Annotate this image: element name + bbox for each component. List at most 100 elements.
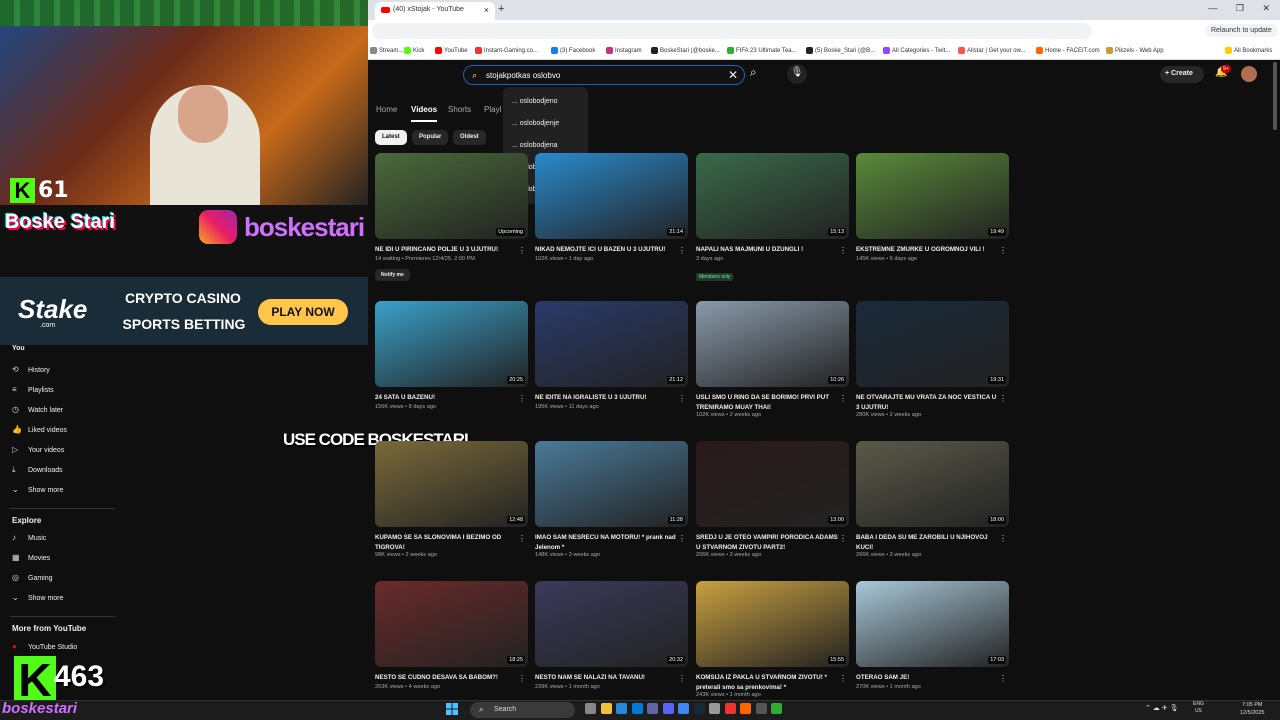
sidebar-item-youtube-studio[interactable]: ● YouTube Studio bbox=[12, 642, 77, 651]
more-actions-icon[interactable]: ⋮ bbox=[999, 246, 1007, 255]
close-tab-icon[interactable]: × bbox=[484, 5, 489, 15]
sidebar-item-music[interactable]: ♪ Music bbox=[12, 533, 46, 542]
relaunch-button[interactable]: Relaunch to update bbox=[1205, 24, 1278, 37]
video-title[interactable]: OTERAO SAM JE! bbox=[856, 673, 998, 683]
taskbar-app-icon[interactable] bbox=[678, 703, 689, 714]
tab-shorts[interactable]: Shorts bbox=[448, 105, 471, 114]
sidebar-item-your-videos[interactable]: ▷ Your videos bbox=[12, 445, 64, 454]
suggestion-item[interactable]: ... oslobodjena bbox=[512, 142, 558, 149]
bookmark-item[interactable]: Home - FACEIT.com bbox=[1036, 47, 1100, 54]
tab-videos[interactable]: Videos bbox=[411, 105, 438, 122]
windows-start-icon[interactable] bbox=[446, 703, 458, 715]
more-actions-icon[interactable]: ⋮ bbox=[678, 394, 686, 403]
taskbar-app-icon[interactable] bbox=[771, 703, 782, 714]
sidebar-item-downloads[interactable]: ⤓ Downloads bbox=[12, 465, 63, 475]
video-thumbnail[interactable]: 13:00 bbox=[696, 441, 849, 527]
more-actions-icon[interactable]: ⋮ bbox=[999, 394, 1007, 403]
video-title[interactable]: NIKAD NEMOJTE ICI U BAZEN U 3 UJUTRU! bbox=[535, 245, 677, 255]
video-title[interactable]: IMAO SAM NESRECU NA MOTORU! * prank nad … bbox=[535, 533, 677, 552]
browser-tab[interactable]: (40) xStojak - YouTube × bbox=[375, 2, 495, 20]
sidebar-item-watch-later[interactable]: ◷ Watch later bbox=[12, 405, 63, 414]
video-title[interactable]: NESTO SE CUDNO DESAVA SA BABOM?! bbox=[375, 673, 517, 683]
video-thumbnail[interactable]: 18:00 bbox=[856, 441, 1009, 527]
video-thumbnail[interactable]: Upcoming bbox=[375, 153, 528, 239]
more-actions-icon[interactable]: ⋮ bbox=[839, 534, 847, 543]
more-actions-icon[interactable]: ⋮ bbox=[839, 674, 847, 683]
sidebar-item-history[interactable]: ⟲ History bbox=[12, 365, 50, 374]
bookmark-item[interactable]: All Bookmarks bbox=[1225, 47, 1272, 54]
video-title[interactable]: EKSTREMNE ZMURKE U OGROMNOJ VILI ! bbox=[856, 245, 998, 255]
more-actions-icon[interactable]: ⋮ bbox=[999, 534, 1007, 543]
video-title[interactable]: KOMSIJA IZ PAKLA U STVARNOM ZIVOTU! * pr… bbox=[696, 673, 838, 692]
taskbar-app-icon[interactable] bbox=[600, 703, 612, 714]
taskbar-app-icon[interactable] bbox=[585, 703, 596, 714]
video-thumbnail[interactable]: 19:49 bbox=[856, 153, 1009, 239]
video-thumbnail[interactable]: 20:25 bbox=[375, 301, 528, 387]
clock[interactable]: 7:05 PM 12/5/2025 bbox=[1240, 701, 1264, 717]
taskbar-app-icon[interactable] bbox=[647, 703, 658, 714]
more-actions-icon[interactable]: ⋮ bbox=[678, 534, 686, 543]
chip-oldest[interactable]: Oldest bbox=[453, 130, 486, 145]
taskbar-app-icon[interactable] bbox=[631, 703, 643, 714]
video-thumbnail[interactable]: 19:31 bbox=[856, 301, 1009, 387]
chip-latest[interactable]: Latest bbox=[375, 130, 407, 145]
more-actions-icon[interactable]: ⋮ bbox=[839, 394, 847, 403]
video-title[interactable]: NE IDI U PIRINCANO POLJE U 3 UJUTRU! bbox=[375, 245, 517, 255]
sidebar-item-show-more[interactable]: ⌄ Show more bbox=[12, 485, 63, 494]
suggestion-item[interactable]: ... oslobodjenje bbox=[512, 120, 559, 127]
microphone-icon[interactable]: 🎙 bbox=[787, 64, 807, 84]
taskbar-app-icon[interactable] bbox=[616, 703, 627, 714]
chip-popular[interactable]: Popular bbox=[412, 130, 449, 145]
notify-me-button[interactable]: Notify me bbox=[375, 269, 410, 281]
bookmark-item[interactable]: Kick bbox=[404, 47, 424, 54]
sidebar-item-liked-videos[interactable]: 👍 Liked videos bbox=[12, 425, 67, 434]
search-input[interactable]: ⌕ stojakpotkas oslobvo ✕ bbox=[463, 65, 745, 85]
bookmark-item[interactable]: Pikzels - Web App bbox=[1106, 47, 1164, 54]
more-actions-icon[interactable]: ⋮ bbox=[518, 246, 526, 255]
video-thumbnail[interactable]: 21:14 bbox=[535, 153, 688, 239]
video-title[interactable]: SREDJ U JE OTEO VAMPIR! PORODICA ADAMS U… bbox=[696, 533, 838, 552]
video-title[interactable]: NESTO NAM SE NALAZI NA TAVANU! bbox=[535, 673, 677, 683]
sidebar-item-show-more[interactable]: ⌄ Show more bbox=[12, 593, 63, 602]
video-thumbnail[interactable]: 17:03 bbox=[856, 581, 1009, 667]
video-title[interactable]: BABA I DEDA SU ME ZAROBILI U NJIHOVOJ KU… bbox=[856, 533, 998, 552]
taskbar-app-icon[interactable] bbox=[693, 703, 705, 714]
create-button[interactable]: + Create bbox=[1160, 66, 1204, 83]
sidebar-you-heading[interactable]: You bbox=[12, 345, 25, 352]
video-title[interactable]: USLI SMO U RING DA SE BORIMO! PRVI PUT T… bbox=[696, 393, 838, 412]
system-tray-icons[interactable]: ⌃ ☁ ✈ 🎙 bbox=[1145, 704, 1178, 712]
suggestion-item[interactable]: ... oslobodjeno bbox=[512, 98, 558, 105]
sidebar-item-playlists[interactable]: ≡ Playlists bbox=[12, 385, 54, 394]
more-actions-icon[interactable]: ⋮ bbox=[999, 674, 1007, 683]
address-bar[interactable] bbox=[372, 23, 1092, 39]
taskbar-search[interactable]: ⌕ Search bbox=[470, 702, 575, 718]
bookmark-item[interactable]: (5) Boske_Stari (@B... bbox=[806, 47, 875, 54]
taskbar-app-icon[interactable] bbox=[709, 703, 720, 714]
sidebar-item-movies[interactable]: ▦ Movies bbox=[12, 553, 50, 562]
search-button[interactable]: ⌕ bbox=[750, 65, 772, 85]
taskbar-app-icon[interactable] bbox=[724, 703, 736, 714]
bookmark-item[interactable]: (3) Facebook bbox=[551, 47, 595, 54]
tab-playl[interactable]: Playl bbox=[484, 105, 501, 114]
video-title[interactable]: NE IDITE NA IGRALISTE U 3 UJUTRU! bbox=[535, 393, 677, 403]
bookmark-item[interactable]: Stream... bbox=[370, 47, 403, 54]
video-thumbnail[interactable]: 15:13 bbox=[696, 153, 849, 239]
video-thumbnail[interactable]: 12:48 bbox=[375, 441, 528, 527]
video-title[interactable]: KUPAMO SE SA SLONOVIMA I BEZIMO OD TIGRO… bbox=[375, 533, 517, 552]
video-title[interactable]: 24 SATA U BAZENU! bbox=[375, 393, 517, 403]
new-tab-button[interactable]: + bbox=[498, 3, 504, 15]
video-thumbnail[interactable]: 11:28 bbox=[535, 441, 688, 527]
bookmark-item[interactable]: All Categories - Twit... bbox=[883, 47, 950, 54]
bookmark-item[interactable]: FIFA 23 Ultimate Tea... bbox=[727, 47, 797, 54]
bookmark-item[interactable]: BoskeStari (@boske... bbox=[651, 47, 720, 54]
video-thumbnail[interactable]: 18:25 bbox=[375, 581, 528, 667]
more-actions-icon[interactable]: ⋮ bbox=[518, 674, 526, 683]
video-thumbnail[interactable]: 15:55 bbox=[696, 581, 849, 667]
more-actions-icon[interactable]: ⋮ bbox=[678, 246, 686, 255]
bookmark-item[interactable]: Allstar | Get your ow... bbox=[958, 47, 1026, 54]
avatar[interactable] bbox=[1241, 66, 1257, 82]
taskbar-app-icon[interactable] bbox=[755, 703, 767, 714]
more-actions-icon[interactable]: ⋮ bbox=[518, 534, 526, 543]
video-thumbnail[interactable]: 21:12 bbox=[535, 301, 688, 387]
sidebar-item-gaming[interactable]: ◎ Gaming bbox=[12, 573, 53, 582]
